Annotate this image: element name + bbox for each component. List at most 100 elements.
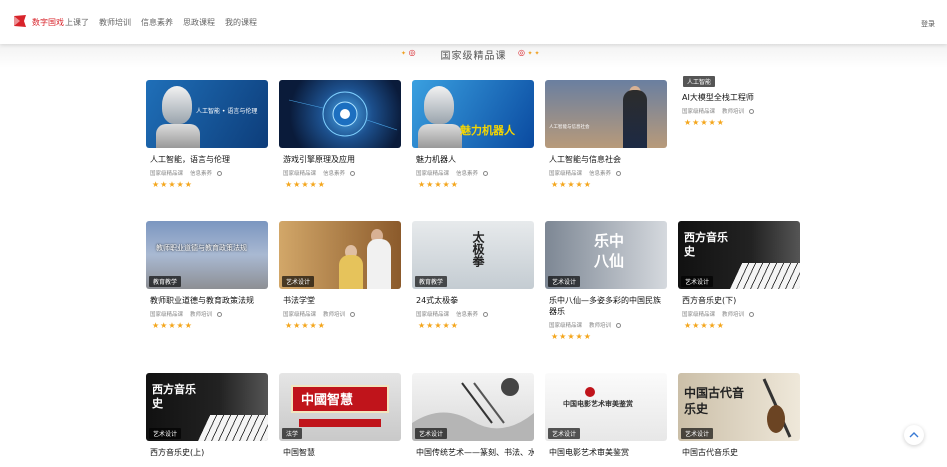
piano-keys-image (730, 263, 800, 289)
course-title[interactable]: 西方音乐史(下) (678, 295, 800, 306)
rating-stars: ★★★★★ (285, 180, 326, 189)
course-thumb[interactable]: 太极拳 教育教学 (412, 221, 534, 289)
course-tag: 法学 (282, 428, 303, 439)
course-tag: 艺术设计 (548, 276, 581, 287)
rating-stars: ★★★★★ (684, 118, 725, 127)
course-meta: 国家级精品课 教师培训 (146, 310, 268, 318)
course-title[interactable]: 中国传统艺术——篆刻、书法、水墨画体验与欣赏 (412, 447, 534, 458)
user-icon (616, 171, 622, 176)
course-tag: 艺术设计 (149, 428, 182, 439)
course-card[interactable]: 中國智慧 法学 中国智慧 (279, 373, 401, 458)
rating-stars: ★★★★★ (551, 332, 592, 341)
course-tag: 艺术设计 (681, 276, 714, 287)
course-card[interactable]: 乐中八仙 艺术设计 乐中八仙—多姿多彩的中国民族器乐 国家级精品课 教师培训 ★★… (545, 221, 667, 341)
course-thumb[interactable]: 人工智能 • 语言与伦理 (146, 80, 268, 148)
nav-item-info-literacy[interactable]: 信息素养 (141, 17, 173, 28)
course-tag: 教育教学 (415, 276, 448, 287)
course-thumb[interactable]: 西方音乐史 艺术设计 (146, 373, 268, 441)
course-card[interactable]: 西方音乐史 艺术设计 西方音乐史(上) (146, 373, 268, 458)
course-title[interactable]: 乐中八仙—多姿多彩的中国民族器乐 (545, 295, 667, 317)
course-thumb[interactable]: 人工智能与信息社会 (545, 80, 667, 148)
course-title[interactable]: 中国电影艺术审美鉴赏 (545, 447, 667, 458)
course-card[interactable]: 西方音乐史 艺术设计 西方音乐史(下) 国家级精品课 教师培训 ★★★★★ (678, 221, 800, 330)
course-card[interactable]: 艺术设计 书法学堂 国家级精品课 教师培训 ★★★★★ (279, 221, 401, 330)
thumb-text: 人工智能 • 语言与伦理 (196, 108, 258, 115)
course-thumb[interactable]: 魅力机器人 (412, 80, 534, 148)
course-title[interactable]: 中国古代音乐史 (678, 447, 800, 458)
course-title[interactable]: 人工智能与信息社会 (545, 154, 667, 165)
course-tag: 艺术设计 (282, 276, 315, 287)
piano-keys-image (198, 415, 268, 441)
nav-item-ideology[interactable]: 思政课程 (183, 17, 215, 28)
course-title[interactable]: AI大模型全栈工程师 (678, 92, 800, 103)
course-thumb[interactable]: 中国电影艺术审美鉴赏 艺术设计 (545, 373, 667, 441)
user-icon (350, 171, 356, 176)
student-body (339, 255, 363, 289)
nav-item-my-courses[interactable]: 我的课程 (225, 17, 257, 28)
rating-stars: ★★★★★ (285, 321, 326, 330)
course-thumb[interactable]: 乐中八仙 艺术设计 (545, 221, 667, 289)
user-icon (217, 312, 223, 317)
course-card[interactable]: 教师职业道德与教育政策法规 教育教学 教师职业道德与教育政策法规 国家级精品课教… (146, 221, 268, 330)
main-nav: 数字国戏 上课了 教师培训 信息素养 思政课程 我的课程 (32, 17, 257, 28)
course-title[interactable]: 教师职业道德与教育政策法规 (146, 295, 268, 306)
course-title[interactable]: 西方音乐史(上) (146, 447, 268, 458)
rating-stars: ★★★★★ (418, 180, 459, 189)
course-card[interactable]: 艺术设计 中国传统艺术——篆刻、书法、水墨画体验与欣赏 (412, 373, 534, 458)
course-title[interactable]: 中国智慧 (279, 447, 401, 458)
user-icon (483, 312, 489, 317)
nav-brand[interactable]: 数字国戏 (32, 17, 64, 28)
course-thumb[interactable]: 西方音乐史 艺术设计 (678, 221, 800, 289)
thumb-text: 人工智能与信息社会 (549, 125, 590, 130)
course-card[interactable]: AI大模型全栈工程师 国家级精品课 教师培训 ★★★★★ (678, 80, 800, 127)
thumb-text: 中國智慧 (301, 393, 354, 408)
course-card[interactable]: 人工智能 • 语言与伦理 人工智能，语言与伦理 国家级精品课 信息素养 ★★★★★ (146, 80, 268, 189)
section-title: 国家级精品课 (440, 51, 507, 62)
course-meta: 国家级精品课 信息素养 (279, 169, 401, 177)
rating-stars: ★★★★★ (152, 321, 193, 330)
course-thumb[interactable]: 艺术设计 (279, 221, 401, 289)
course-title[interactable]: 游戏引擎原理及应用 (279, 154, 401, 165)
nav-item-shangkele[interactable]: 上课了 (65, 17, 89, 28)
course-meta: 国家级精品课 信息素养 (412, 169, 534, 177)
course-card[interactable]: 魅力机器人 魅力机器人 国家级精品课 信息素养 ★★★★★ (412, 80, 534, 189)
course-title[interactable]: 魅力机器人 (412, 154, 534, 165)
thumb-text: 教师职业道德与教育政策法规 (156, 244, 247, 252)
course-card[interactable]: 太极拳 教育教学 24式太极拳 国家级精品课 信息素养 ★★★★★ (412, 221, 534, 330)
decor-right-icon: ◎ ✦ ✦ (518, 48, 540, 57)
logo-icon[interactable] (12, 14, 28, 28)
course-tag: 艺术设计 (548, 428, 581, 439)
course-thumb[interactable]: 中國智慧 法学 (279, 373, 401, 441)
thumb-text: 魅力机器人 (460, 124, 515, 137)
course-thumb[interactable]: 中国古代音乐史 艺术设计 (678, 373, 800, 441)
course-card[interactable]: 游戏引擎原理及应用 国家级精品课 信息素养 ★★★★★ (279, 80, 401, 189)
course-meta: 国家级精品课 信息素养 (146, 169, 268, 177)
course-card[interactable]: 中国古代音乐史 艺术设计 中国古代音乐史 (678, 373, 800, 458)
red-sun-icon (585, 387, 595, 397)
thumb-text: 中国电影艺术审美鉴赏 (563, 399, 633, 408)
course-card[interactable]: 人工智能与信息社会 人工智能与信息社会 国家级精品课 信息素养 ★★★★★ (545, 80, 667, 189)
course-tag: 艺术设计 (681, 428, 714, 439)
course-meta: 国家级精品课 教师培训 (279, 310, 401, 318)
login-link[interactable]: 登录 (921, 19, 935, 29)
nav-item-teacher-training[interactable]: 教师培训 (99, 17, 131, 28)
scroll-top-button[interactable] (904, 425, 924, 445)
user-icon (217, 171, 223, 176)
thumb-text: 西方音乐史 (152, 383, 196, 410)
course-card[interactable]: 中国电影艺术审美鉴赏 艺术设计 中国电影艺术审美鉴赏 (545, 373, 667, 458)
course-thumb[interactable]: 教师职业道德与教育政策法规 教育教学 (146, 221, 268, 289)
course-title[interactable]: 人工智能，语言与伦理 (146, 154, 268, 165)
course-thumb[interactable] (279, 80, 401, 148)
teacher-body (367, 239, 391, 289)
course-title[interactable]: 书法学堂 (279, 295, 401, 306)
thumb-text: 太极拳 (471, 231, 485, 267)
user-icon (749, 312, 755, 317)
course-thumb[interactable]: 艺术设计 (412, 373, 534, 441)
red-strip (299, 419, 381, 427)
circuit-eye-icon (288, 91, 398, 137)
thumb-text: 乐中八仙 (593, 232, 624, 270)
user-icon (483, 171, 489, 176)
course-meta: 国家级精品课 教师培训 (678, 107, 800, 115)
rating-stars: ★★★★★ (418, 321, 459, 330)
course-title[interactable]: 24式太极拳 (412, 295, 534, 306)
